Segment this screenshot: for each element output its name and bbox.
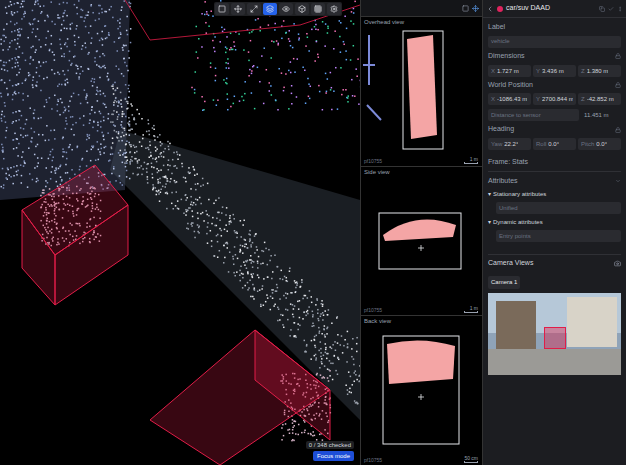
copy-icon[interactable] [599,6,605,12]
tool-icon [298,5,306,13]
numeric-field[interactable]: Y2700.844 m [533,93,576,105]
toolbar-button[interactable] [263,3,277,15]
camera-icon[interactable] [614,260,621,267]
view-panel[interactable]: Back view pf10755 50 cm [361,315,482,465]
toolbar-button[interactable] [327,3,341,15]
camera-views-title: Camera Views [488,258,533,269]
section-title: Label [488,23,505,32]
toolbar-button[interactable] [295,3,309,15]
attribute-group: ▾Stationary attributes Unified [488,190,621,214]
view-panel[interactable]: Side view pf10755 1 m [361,166,482,316]
lock-icon[interactable] [615,53,621,59]
view-drawing [361,175,481,305]
tool-icon [250,5,258,13]
tool-icon [330,5,338,13]
numeric-field[interactable]: Yaw22.2° [488,138,531,150]
back-icon[interactable] [486,5,494,13]
views-header [361,0,482,16]
attribute-group-header[interactable]: ▾Stationary attributes [488,190,621,199]
numeric-field[interactable]: Z1.380 m [578,65,621,77]
attribute-group: ▾Dynamic attributes Entry points [488,218,621,242]
tool-icon [234,5,242,13]
toolbar-button[interactable] [247,3,261,15]
lock-icon[interactable] [615,82,621,88]
numeric-field[interactable]: Pitch0.0° [578,138,621,150]
attribute-group-header[interactable]: ▾Dynamic attributes [488,218,621,227]
camera-tab[interactable]: Camera 1 [488,276,520,289]
view-frame-label: pf10755 [364,458,382,463]
attribute-field[interactable]: Entry points [496,230,621,242]
distance-label: Distance to sensor [488,109,579,121]
section-title: Heading [488,125,514,134]
toolbar-button[interactable] [279,3,293,15]
view-panel[interactable]: Overhead view pf10755 1 m [361,16,482,166]
properties-panel: car/suv DAADLabel vehicle Dimensions X1.727… [482,0,626,465]
numeric-field[interactable]: Y3.436 m [533,65,576,77]
panel-header: car/suv DAAD [483,0,626,18]
toolbar-button[interactable] [231,3,245,15]
views-column: Overhead view pf10755 1 m Side view pf10755 1… [360,0,482,465]
point-cloud-canvas[interactable] [0,0,360,465]
check-status: 0 / 348 checked [306,441,354,449]
numeric-field[interactable]: Z-42.852 m [578,93,621,105]
focus-mode-button[interactable]: Focus mode [313,451,354,461]
tool-icon [218,5,226,13]
view-scale: 50 cm [464,456,478,463]
app: 0 / 348 checked Focus mode Overhead view pf… [0,0,626,465]
more-icon[interactable] [617,6,623,12]
object-title: car/suv DAAD [506,3,596,14]
view-title: Back view [364,318,391,324]
view-title: Side view [364,169,390,175]
collapse-icon[interactable] [615,178,621,184]
numeric-field[interactable]: X-1086.43 m [488,93,531,105]
view-scale: 1 m [464,157,478,164]
view-frame-label: pf10755 [364,159,382,164]
view-drawing [361,324,481,454]
class-color-dot [497,6,503,12]
numeric-field[interactable]: Roll0.0° [533,138,576,150]
section-title: World Position [488,81,533,90]
label-field[interactable]: vehicle [488,36,621,48]
toolbar-button[interactable] [311,3,325,15]
viewport-3d[interactable]: 0 / 348 checked Focus mode [0,0,360,465]
frame-label: Frame: Stats [488,154,621,172]
distance-value: 11.451 m [581,109,621,121]
view-frame-label: pf10755 [364,308,382,313]
lock-icon[interactable] [615,127,621,133]
tool-icon [314,5,322,13]
toolbar-button[interactable] [215,3,229,15]
numeric-field[interactable]: X1.727 m [488,65,531,77]
move-icon[interactable] [472,5,479,12]
view-scale: 1 m [464,306,478,313]
viewport-toolbar [214,2,342,16]
section-title: Dimensions [488,52,525,61]
tool-icon [266,5,274,13]
tool-icon [282,5,290,13]
camera-image[interactable] [488,293,621,375]
check-icon[interactable] [608,6,614,12]
attribute-field[interactable]: Unified [496,202,621,214]
layout-icon[interactable] [462,5,469,12]
attributes-title: Attributes [488,176,518,187]
view-title: Overhead view [364,19,404,25]
view-drawing [361,25,481,155]
